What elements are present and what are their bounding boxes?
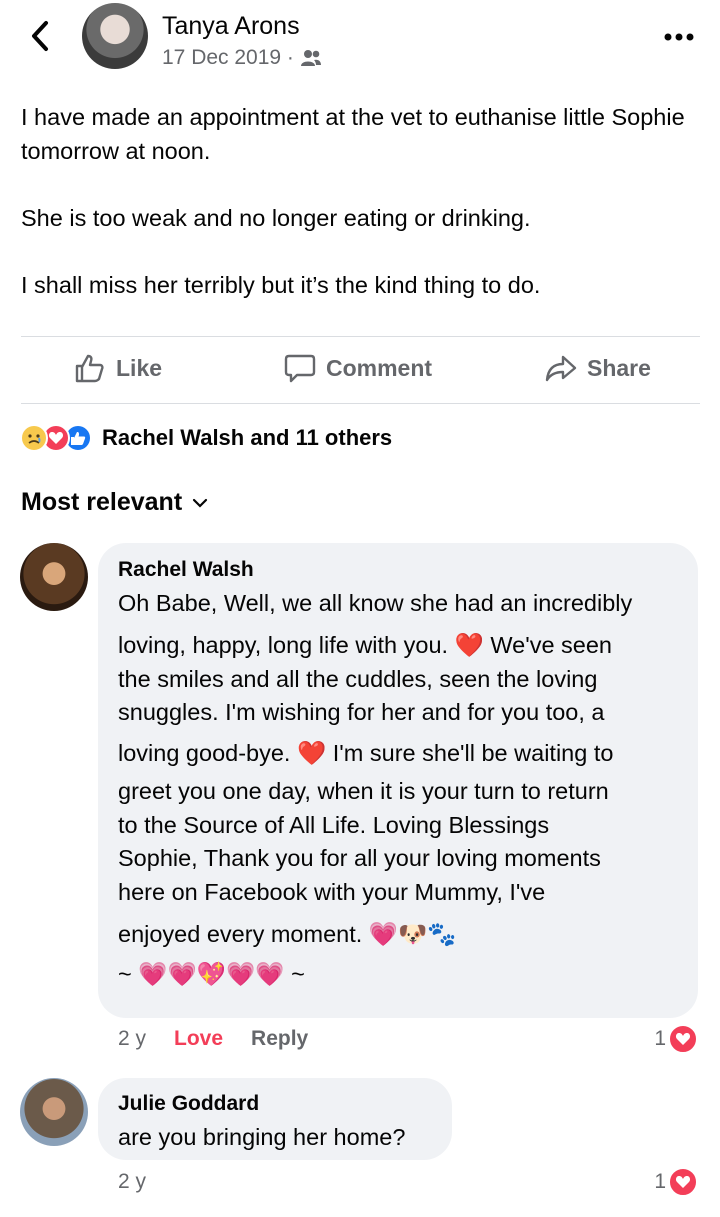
sad-reaction-icon [20, 424, 48, 452]
comment-bubble: Rachel Walsh Oh Babe, Well, we all know … [98, 543, 698, 1018]
comment-time: 2 y [118, 1027, 147, 1050]
more-options-button[interactable] [664, 22, 694, 52]
comment-sort-dropdown[interactable]: Most relevant [21, 488, 208, 517]
back-button[interactable] [22, 18, 58, 54]
chevron-down-icon [193, 498, 208, 508]
reactions-summary[interactable]: Rachel Walsh and 11 others [20, 424, 392, 452]
comment-label: Comment [326, 354, 433, 381]
comment-reaction-count[interactable]: 1 [654, 1167, 698, 1197]
comment-line: enjoyed every moment. 💗🐶🐾 [118, 921, 457, 947]
commenter-name[interactable]: Rachel Walsh [118, 558, 254, 582]
commenter-name[interactable]: Julie Goddard [118, 1092, 259, 1116]
post-paragraph: I shall miss her terribly but it’s the k… [21, 272, 541, 298]
love-reaction-button[interactable]: Love [174, 1027, 223, 1051]
like-button[interactable]: Like [74, 352, 162, 384]
divider [21, 336, 700, 337]
love-badge-icon [668, 1167, 698, 1197]
love-badge-icon [668, 1024, 698, 1054]
comment-button[interactable]: Comment [284, 352, 432, 384]
comment-meta: 2 y Love Reply [118, 1027, 308, 1051]
reply-button[interactable]: Reply [251, 1027, 308, 1051]
reaction-icons [20, 424, 92, 452]
comment-line: to the Source of All Life. Loving Blessi… [118, 812, 550, 838]
sort-label: Most relevant [21, 488, 183, 516]
comment-reaction-count[interactable]: 1 [654, 1024, 698, 1054]
like-label: Like [116, 354, 163, 381]
friends-audience-icon [300, 50, 321, 66]
share-arrow-icon [545, 355, 577, 382]
comment-line: here on Facebook with your Mummy, I've [118, 879, 546, 905]
author-name[interactable]: Tanya Arons [162, 12, 300, 41]
reaction-count: 1 [654, 1027, 666, 1050]
comment-line: loving good-bye. ❤️ I'm sure she'll be w… [118, 740, 614, 766]
post-body: I have made an appointment at the vet to… [21, 100, 701, 335]
share-label: Share [587, 354, 651, 381]
divider [21, 403, 700, 404]
comment-time: 2 y [118, 1170, 147, 1193]
thumbs-up-icon [75, 354, 104, 383]
comment-line: the smiles and all the cuddles, seen the… [118, 666, 598, 692]
comment-line: snuggles. I'm wishing for her and for yo… [118, 699, 605, 725]
chevron-left-icon [32, 21, 48, 51]
comment-line: Oh Babe, Well, we all know she had an in… [118, 590, 633, 616]
post-header: Tanya Arons 17 Dec 2019 · [0, 0, 720, 80]
post-paragraph: She is too weak and no longer eating or … [21, 205, 531, 231]
commenter-avatar[interactable] [20, 543, 88, 611]
post-paragraph: I have made an appointment at the vet to… [21, 104, 685, 164]
commenter-avatar[interactable] [20, 1078, 88, 1146]
comment-line: Sophie, Thank you for all your loving mo… [118, 845, 601, 871]
share-button[interactable]: Share [545, 352, 651, 384]
reactions-text: Rachel Walsh and 11 others [102, 425, 393, 450]
reaction-count: 1 [654, 1170, 666, 1193]
comment-bubble-icon [284, 354, 316, 383]
author-avatar[interactable] [82, 3, 148, 69]
post-meta: 17 Dec 2019 · [162, 46, 322, 70]
post-date[interactable]: 17 Dec 2019 · [162, 46, 294, 70]
comment-line: greet you one day, when it is your turn … [118, 778, 609, 804]
more-dots-icon [664, 33, 694, 41]
post-actions: Like Comment Share [0, 340, 720, 402]
comment-bubble: Julie Goddard are you bringing her home? [98, 1078, 452, 1160]
comment-meta: 2 y [118, 1170, 146, 1194]
comment-text: are you bringing her home? [118, 1124, 406, 1150]
comment-line: loving, happy, long life with you. ❤️ We… [118, 632, 613, 658]
comment-text: Oh Babe, Well, we all know she had an in… [118, 585, 688, 994]
comment-line: ~ 💗💗💖💗💗 ~ [118, 961, 305, 987]
